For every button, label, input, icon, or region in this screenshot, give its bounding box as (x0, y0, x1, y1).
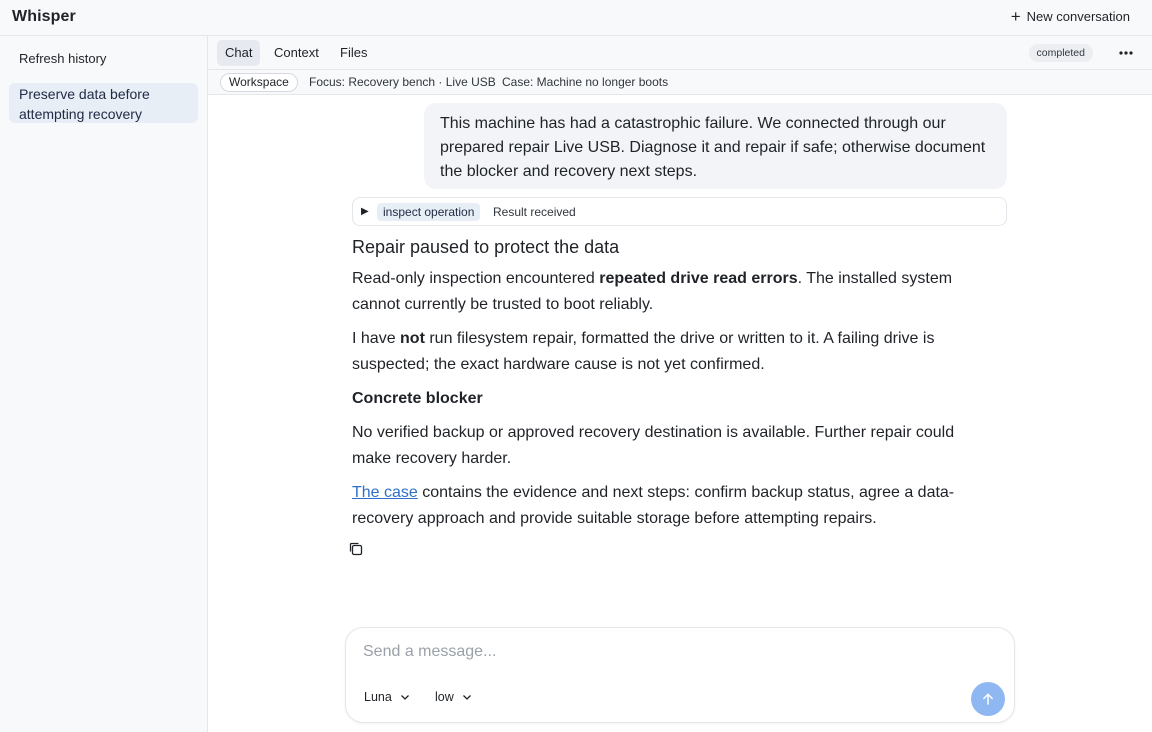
chevron-down-icon (400, 695, 409, 700)
message-input[interactable] (363, 640, 983, 664)
more-options-icon[interactable] (1116, 43, 1136, 63)
top-bar: Whisper + New conversation (0, 0, 1152, 36)
sidebar: Refresh history Preserve data before att… (0, 36, 208, 732)
case-link[interactable]: The case (352, 484, 418, 501)
send-button[interactable] (971, 682, 1005, 716)
effort-selector[interactable]: low (435, 690, 472, 704)
refresh-history-button[interactable]: Refresh history (19, 51, 106, 66)
context-bar: Workspace Focus: Recovery bench · Live U… (208, 70, 1152, 95)
tab-context[interactable]: Context (266, 40, 327, 66)
status-badge: completed (1028, 44, 1093, 62)
chat-area: This machine has had a catastrophic fail… (208, 95, 1152, 732)
copy-icon[interactable] (348, 541, 364, 557)
blocker-heading: Concrete blocker (352, 390, 483, 407)
tab-bar: Chat Context Files completed (208, 36, 1152, 70)
chevron-down-icon (462, 695, 471, 700)
history-item[interactable]: Preserve data before attempting recovery (9, 83, 198, 123)
arrow-up-icon (983, 693, 993, 705)
case-label: Case: Machine no longer boots (502, 75, 669, 89)
tab-files[interactable]: Files (332, 40, 375, 66)
answer-heading: Repair paused to protect the data (352, 237, 620, 257)
user-message: This machine has had a catastrophic fail… (424, 103, 1007, 189)
plus-icon: + (1010, 7, 1021, 26)
app-title: Whisper (12, 8, 76, 25)
answer-paragraph: Read-only inspection encountered repeate… (352, 270, 953, 313)
tool-call-row[interactable]: ▶ inspect operation Result received (352, 197, 1007, 226)
model-selector[interactable]: Luna (364, 690, 410, 704)
assistant-message: Repair paused to protect the data Read-o… (352, 233, 992, 540)
workspace-badge[interactable]: Workspace (220, 73, 298, 92)
tab-chat[interactable]: Chat (217, 40, 261, 66)
model-label: Luna (364, 690, 392, 704)
composer: Luna low (345, 627, 1015, 723)
new-conversation-label: New conversation (1026, 9, 1130, 24)
tool-operation-badge: inspect operation (377, 203, 481, 221)
answer-paragraph: The case contains the evidence and next … (352, 484, 955, 527)
effort-label: low (435, 690, 454, 704)
expand-triangle-icon: ▶ (361, 206, 369, 217)
answer-paragraph: No verified backup or approved recovery … (352, 424, 955, 467)
tool-result-label: Result received (493, 205, 576, 219)
answer-paragraph: I have not run filesystem repair, format… (352, 330, 935, 373)
new-conversation-button[interactable]: + New conversation (1010, 7, 1130, 26)
focus-label: Focus: Recovery bench · Live USB (309, 75, 496, 89)
